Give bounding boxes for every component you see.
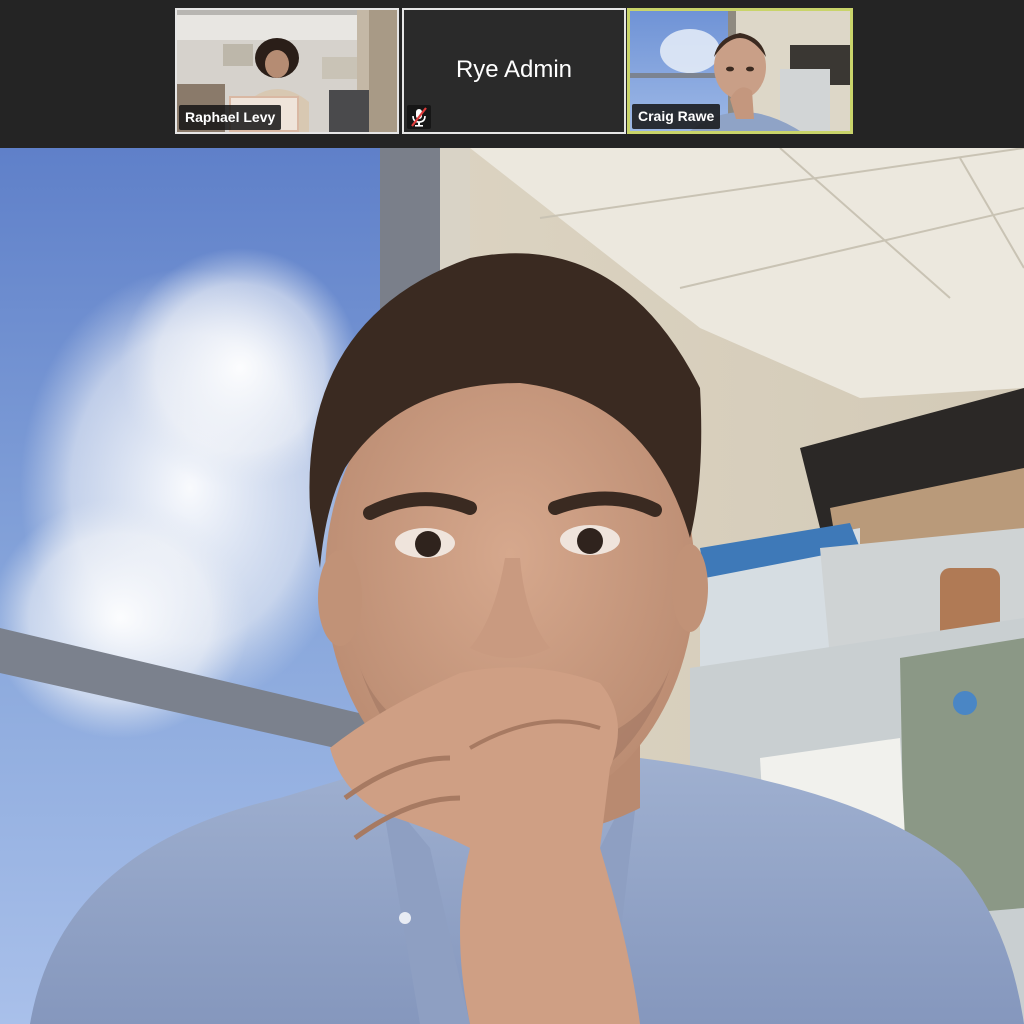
participant-tile-craig-rawe[interactable]: Craig Rawe [627, 8, 853, 134]
active-speaker-video[interactable] [0, 148, 1024, 1024]
participant-name-label: Raphael Levy [179, 105, 282, 130]
participant-tile-raphael-levy[interactable]: Raphael Levy [175, 8, 399, 134]
participant-tile-rye-admin[interactable]: Rye Admin [402, 8, 626, 134]
video-meeting-window: Raphael Levy Rye Admin Craig Rawe [0, 0, 1024, 1024]
participant-name-centered: Rye Admin [455, 56, 573, 83]
active-speaker-video-feed [0, 148, 1024, 1024]
participant-thumbnail-strip: Raphael Levy Rye Admin Craig Rawe [0, 0, 1024, 148]
participant-name-label: Craig Rawe [632, 104, 721, 129]
microphone-muted-icon [407, 105, 431, 129]
